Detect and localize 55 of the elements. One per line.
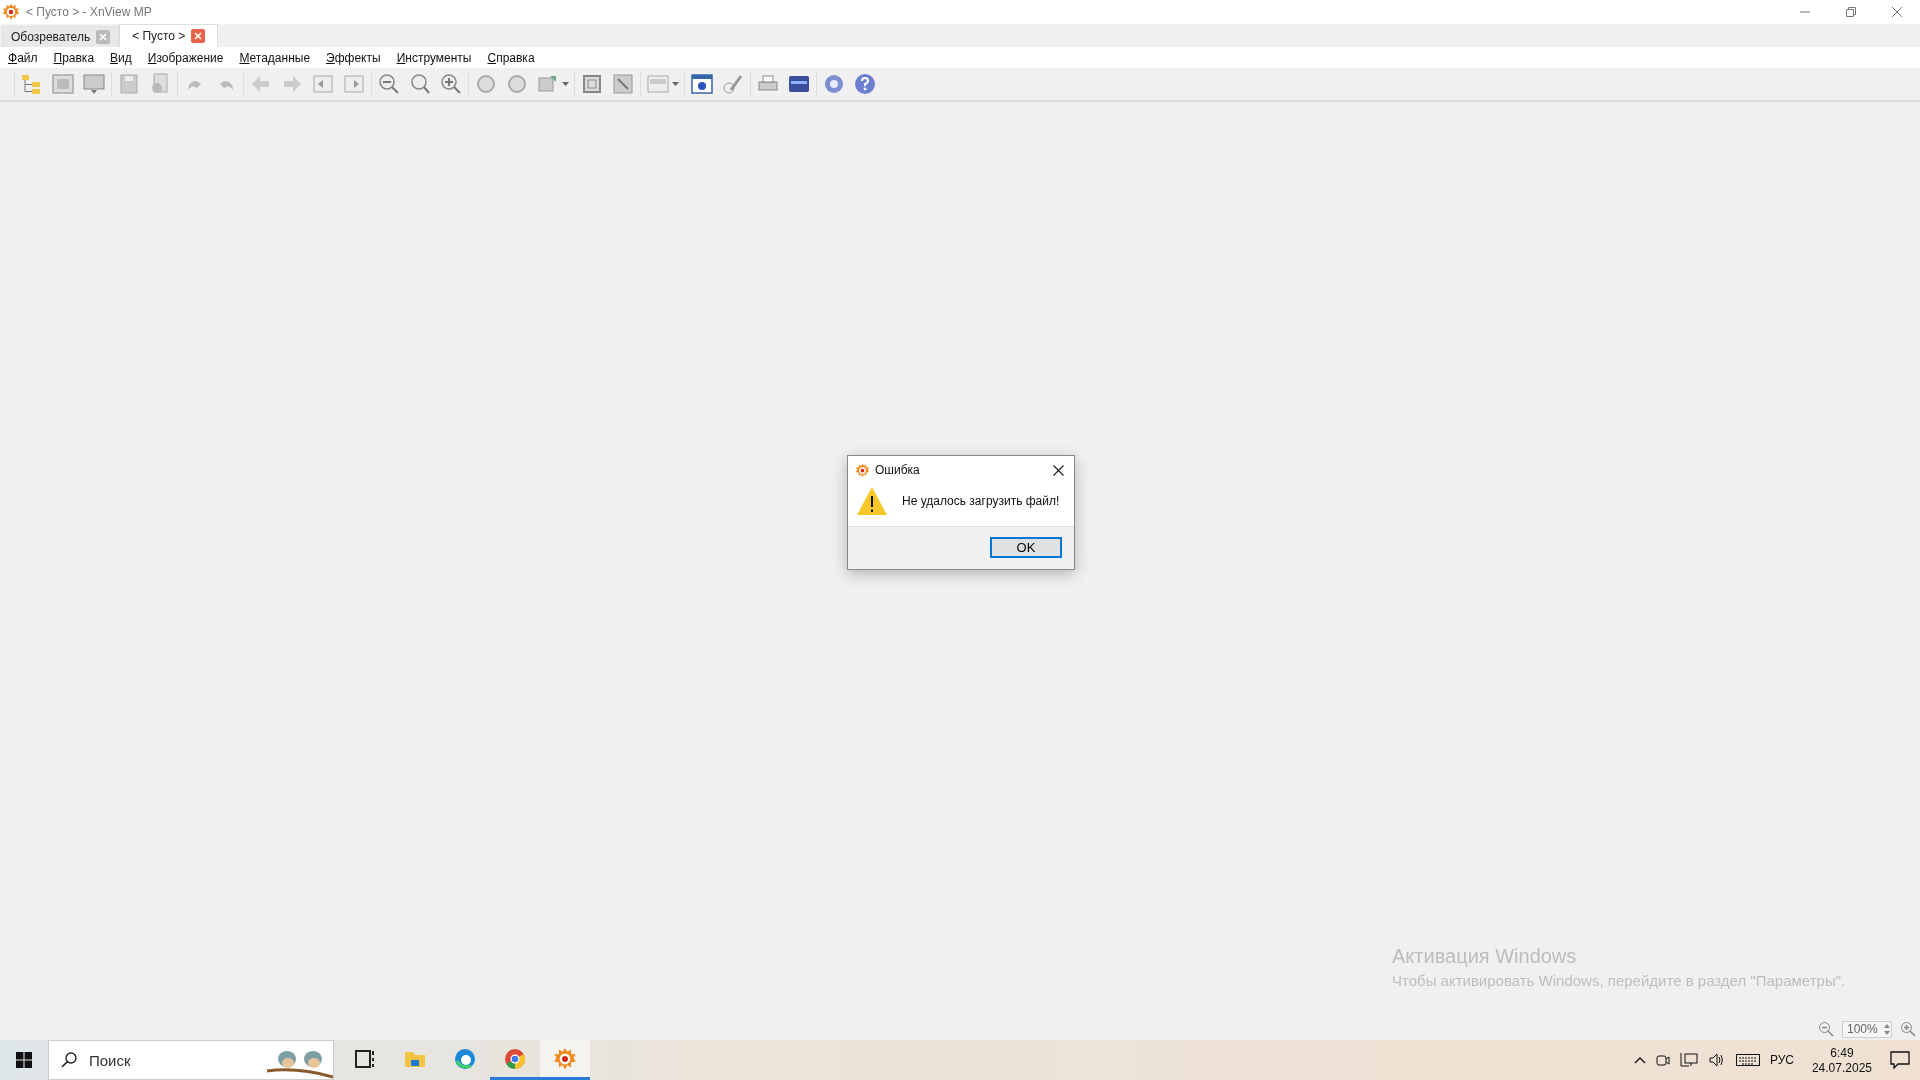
slideshow-icon[interactable] [82, 72, 106, 96]
zoom-actual-icon[interactable] [408, 72, 432, 96]
zoom-in-icon[interactable] [1900, 1021, 1916, 1037]
camera-icon[interactable] [690, 72, 714, 96]
menu-item[interactable]: Эффекты [326, 50, 389, 65]
tab-close-icon[interactable] [96, 30, 111, 44]
spinner-icon[interactable] [1883, 1022, 1891, 1036]
zoom-in-icon[interactable] [439, 72, 463, 96]
dropdown-caret-icon[interactable] [672, 82, 679, 86]
search-field[interactable]: Поиск [87, 1050, 241, 1070]
tab[interactable]: Обозреватель [2, 26, 120, 47]
warning-icon [856, 486, 888, 516]
clock-date[interactable]: 24.07.2025 [1811, 1060, 1872, 1075]
menu-item[interactable]: Инструменты [396, 50, 480, 65]
menu-item[interactable]: Файл [8, 50, 46, 65]
menu-item[interactable]: Справка [487, 50, 543, 65]
tab-close-icon[interactable] [191, 29, 206, 43]
draw-icon[interactable] [721, 72, 745, 96]
windows-start-icon[interactable] [16, 1052, 32, 1068]
chrome-icon [503, 1046, 527, 1071]
zoom-field[interactable]: 100% [1842, 1020, 1892, 1038]
ok-button[interactable]: OK [990, 537, 1062, 558]
menu-item[interactable]: Изображение [147, 50, 232, 65]
window-title: < Пусто > - XnView MP [26, 5, 152, 19]
dialog-title: Ошибка [875, 463, 920, 477]
dropdown-caret-icon[interactable] [562, 82, 569, 86]
chevron-up-icon[interactable] [1633, 1056, 1646, 1064]
search-icon [61, 1052, 77, 1068]
resize-icon[interactable] [611, 72, 635, 96]
browser-icon [453, 1046, 477, 1071]
fullscreen-icon[interactable] [51, 72, 75, 96]
camera-icon[interactable] [1655, 1052, 1670, 1068]
zoom-out-icon[interactable] [1818, 1021, 1834, 1037]
crop-icon[interactable] [580, 72, 604, 96]
zoom-out-icon[interactable] [377, 72, 401, 96]
app-logo-icon [855, 462, 870, 478]
close-icon[interactable] [1053, 464, 1064, 476]
menu-item[interactable]: Вид [110, 50, 140, 65]
restore-icon[interactable] [1846, 7, 1856, 17]
next-page-icon[interactable] [342, 72, 366, 96]
tab[interactable]: < Пусто > [119, 24, 219, 47]
speaker-icon[interactable] [1707, 1052, 1726, 1068]
menu-item[interactable]: Метаданные [239, 50, 319, 65]
notification-icon[interactable] [1890, 1051, 1910, 1069]
language-indicator[interactable]: РУС [1769, 1053, 1794, 1067]
xnview-icon [553, 1046, 577, 1071]
menu-item[interactable]: Правка [53, 50, 103, 65]
previous-page-icon[interactable] [311, 72, 335, 96]
help-icon[interactable] [853, 72, 877, 96]
network-icon[interactable] [1679, 1052, 1698, 1068]
keyboard-icon[interactable] [1735, 1053, 1760, 1067]
save-icon[interactable] [117, 72, 141, 96]
error-message: Не удалось загрузить файл! [902, 494, 1060, 508]
search-bar[interactable]: Поиск [48, 1040, 334, 1080]
clock-time[interactable]: 6:49 [1830, 1045, 1854, 1060]
